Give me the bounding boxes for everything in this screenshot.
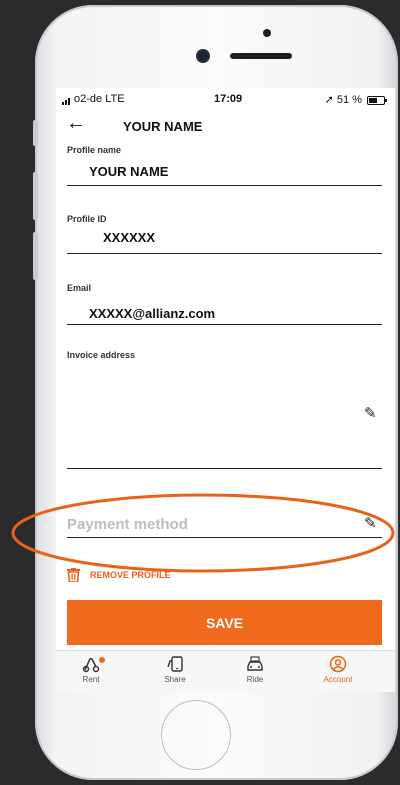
email-field[interactable]: XXXXX@allianz.com bbox=[89, 306, 215, 321]
tab-ride-label: Ride bbox=[246, 675, 264, 684]
tab-share-label: Share bbox=[164, 675, 186, 684]
tab-account[interactable]: Account bbox=[308, 655, 368, 684]
profile-name-field[interactable]: YOUR NAME bbox=[89, 164, 168, 179]
edit-invoice-pencil-icon[interactable]: ✎ bbox=[364, 404, 377, 422]
payment-method-highlight-ellipse bbox=[11, 493, 395, 573]
profile-id-value: XXXXXX bbox=[103, 230, 156, 245]
battery-icon bbox=[367, 95, 387, 105]
nav-bar: ← YOUR NAME bbox=[56, 112, 395, 142]
tab-rent[interactable]: Rent bbox=[61, 655, 121, 684]
page-title: YOUR NAME bbox=[123, 119, 203, 134]
save-button[interactable]: SAVE bbox=[67, 600, 382, 645]
profile-name-underline bbox=[67, 185, 382, 186]
location-arrow-icon: ➚ bbox=[324, 94, 334, 106]
account-icon bbox=[308, 655, 368, 675]
home-button[interactable] bbox=[161, 700, 231, 770]
app-screen: o2-de LTE 17:09 ➚ 51 % ← YOUR NAME Profi… bbox=[56, 88, 395, 692]
taxi-icon bbox=[225, 655, 285, 675]
profile-id-label: Profile ID bbox=[67, 214, 107, 224]
tab-rent-label: Rent bbox=[82, 675, 100, 684]
back-arrow-icon[interactable]: ← bbox=[66, 112, 86, 135]
email-label: Email bbox=[67, 283, 92, 293]
invoice-address-label: Invoice address bbox=[67, 350, 136, 360]
volume-up-button bbox=[33, 172, 38, 220]
tab-account-label: Account bbox=[323, 675, 353, 684]
share-icon bbox=[145, 655, 205, 675]
mute-switch bbox=[33, 120, 38, 146]
notification-dot bbox=[99, 657, 105, 663]
front-camera bbox=[198, 51, 208, 61]
scooter-icon bbox=[61, 655, 121, 675]
invoice-address-underline bbox=[67, 468, 382, 469]
proximity-sensor bbox=[263, 29, 271, 37]
earpiece-speaker bbox=[230, 53, 292, 59]
signal-icon bbox=[62, 93, 71, 105]
tab-share[interactable]: Share bbox=[145, 655, 205, 684]
carrier-text: o2-de LTE bbox=[74, 93, 125, 105]
profile-name-label: Profile name bbox=[67, 145, 122, 155]
status-bar: o2-de LTE 17:09 ➚ 51 % bbox=[56, 88, 395, 110]
tab-ride[interactable]: Ride bbox=[225, 655, 285, 684]
bottom-tab-bar: Rent Share Ride Account bbox=[56, 650, 395, 692]
clock: 17:09 bbox=[214, 93, 243, 105]
email-underline bbox=[67, 324, 382, 325]
battery-percent: 51 % bbox=[336, 94, 362, 106]
profile-id-underline bbox=[67, 253, 382, 254]
volume-down-button bbox=[33, 232, 38, 280]
